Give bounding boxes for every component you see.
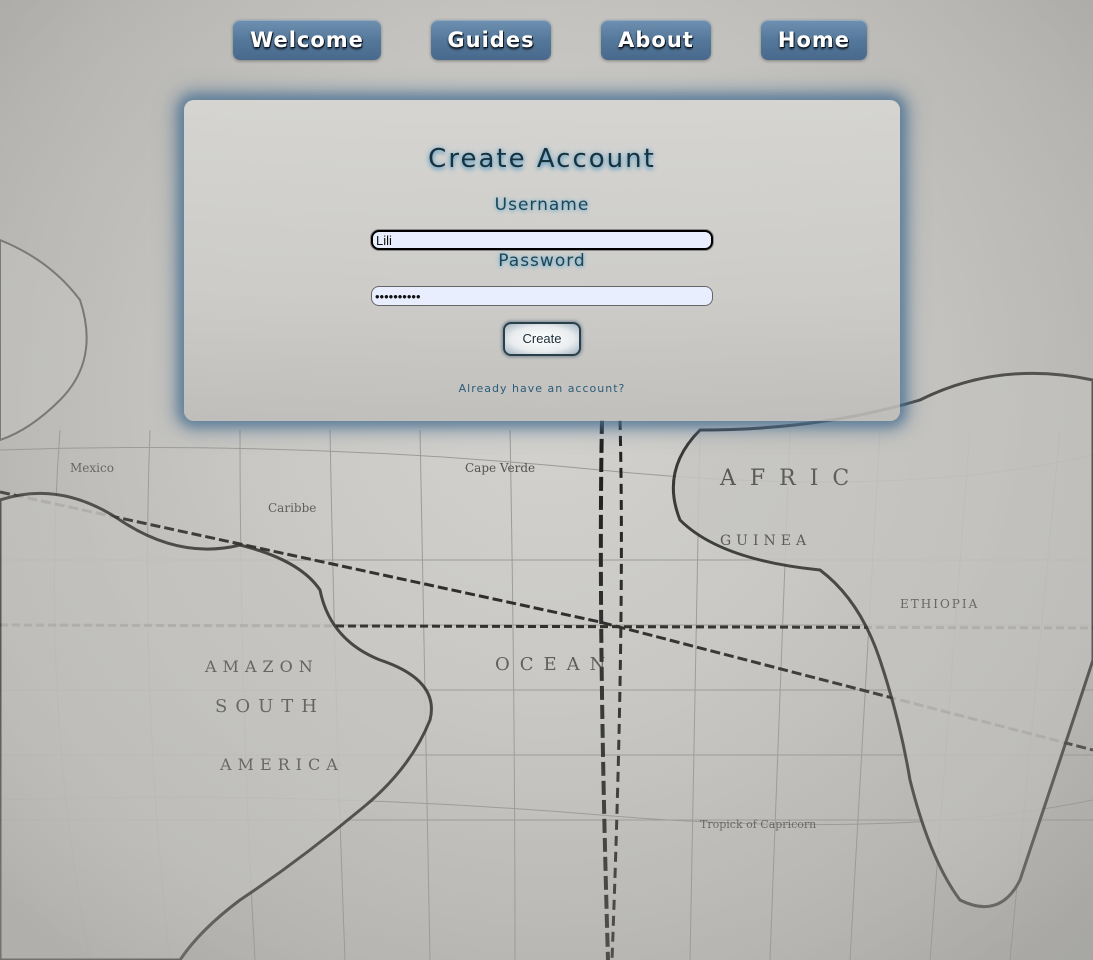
password-label: Password (498, 251, 586, 271)
nav-home-button[interactable]: Home (761, 20, 867, 60)
nav-about-button[interactable]: About (601, 20, 711, 60)
top-navigation: Welcome Guides About Home (0, 20, 1093, 60)
username-label: Username (494, 195, 590, 215)
create-account-card: Create Account Username Password Create … (184, 100, 900, 421)
nav-guides-button[interactable]: Guides (431, 20, 551, 60)
username-field[interactable] (371, 230, 713, 250)
login-link[interactable]: Already have an account? (184, 382, 900, 395)
create-button[interactable]: Create (503, 322, 581, 356)
nav-welcome-button[interactable]: Welcome (233, 20, 381, 60)
page-title: Create Account (428, 144, 656, 174)
password-field[interactable] (371, 286, 713, 306)
